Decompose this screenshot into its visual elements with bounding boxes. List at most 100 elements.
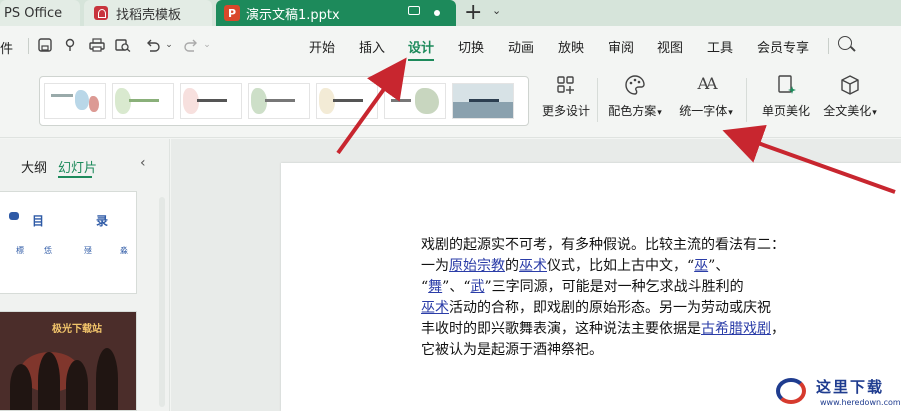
heredown-logo-icon [776,378,806,404]
unify-font-button[interactable]: AA 统一字体▾ [674,74,738,132]
tab-wps-office[interactable]: PS Office [0,0,80,26]
slide-text-line: 一为原始宗教的巫术仪式，比如上古中文，“巫”、 [421,256,841,277]
hyperlink[interactable]: 舞 [428,279,442,295]
slide1-item: 標 [16,246,24,255]
menu-insert[interactable]: 插入 [359,37,385,56]
hyperlink[interactable]: 巫术 [421,300,449,316]
tab-list-button[interactable]: ⌄ [492,4,501,17]
design-template-thumb[interactable] [44,83,106,119]
slide-panel-scrollbar[interactable] [159,197,165,407]
tab-template[interactable]: 找稻壳模板 [84,0,212,26]
tab-document[interactable]: P 演示文稿1.pptx [216,0,456,26]
chevron-down-icon: ▾ [728,108,733,118]
design-template-thumb[interactable] [112,83,174,119]
menu-review[interactable]: 审阅 [608,37,634,56]
text-run: 戏剧的起源实不可考，有多种假说。比较主流的看法有二： [421,237,785,253]
design-template-thumb[interactable] [180,83,242,119]
slide-decoration [9,212,19,220]
watermark-url: www.heredown.com [820,398,901,407]
slide-text-line: 它被认为是起源于酒神祭祀。 [421,340,841,361]
menu-tools[interactable]: 工具 [707,37,733,56]
slide-text-line: “舞”、“武”三字同源，可能是对一种乞求战斗胜利的 [421,277,841,298]
design-template-gallery [39,76,529,126]
text-run: 一为 [421,258,449,274]
slide-text-line: 巫术活动的合称，即戏剧的原始形态。另一为劳动或庆祝 [421,298,841,319]
tab-template-label: 找稻壳模板 [116,7,182,23]
slide-panel: 大纲 幻灯片 ‹ 目 录 標 恁 殛 淼 极光下载站 [0,139,170,411]
undo-dropdown-icon[interactable]: ⌄ [160,36,178,54]
tab-outline[interactable]: 大纲 [21,157,47,176]
hyperlink[interactable]: 武 [471,279,485,295]
design-template-thumb[interactable] [452,83,514,119]
grid-plus-icon [555,74,577,96]
menu-home[interactable]: 开始 [309,37,335,56]
menu-design[interactable]: 设计 [408,37,434,56]
ppt-logo-icon: P [224,5,240,21]
page-beautify-button[interactable]: 单页美化 [758,74,814,132]
text-run: ”三字同源，可能是对一种乞求战斗胜利的 [484,279,744,295]
text-run: 仪式，比如上古中文，“ [547,258,695,274]
slide-text-box[interactable]: 戏剧的起源实不可考，有多种假说。比较主流的看法有二： 一为原始宗教的巫术仪式，比如… [421,235,841,361]
cube-icon [839,74,861,96]
tab-wps-label: PS Office [4,5,63,21]
slide-thumbnail-1[interactable]: 目 录 標 恁 殛 淼 [0,191,137,294]
site-watermark: 这里下载 www.heredown.com [770,370,901,411]
tab-document-label: 演示文稿1.pptx [246,7,340,23]
slide1-item: 殛 [84,246,92,255]
full-beautify-button[interactable]: 全文美化▾ [818,74,882,132]
text-run: ”、 [708,258,730,274]
full-beautify-label: 全文美化 [823,104,872,118]
palette-icon [624,74,646,96]
more-designs-button[interactable]: 更多设计 [540,74,592,132]
design-template-thumb[interactable] [384,83,446,119]
menu-view[interactable]: 视图 [657,37,683,56]
divider [828,38,829,54]
hyperlink[interactable]: 巫术 [519,258,547,274]
divider [28,38,29,54]
save-icon[interactable] [36,36,54,54]
redo-dropdown-icon[interactable]: ⌄ [198,36,216,54]
new-tab-button[interactable]: + [464,1,482,25]
share-icon[interactable] [62,36,80,54]
menu-transition[interactable]: 切换 [458,37,484,56]
divider [746,78,747,122]
active-tab-indicator [408,59,434,61]
design-ribbon: 更多设计 配色方案▾ AA 统一字体▾ 单页美化 全文美化▾ [0,66,901,138]
color-scheme-label: 配色方案 [608,104,657,118]
color-scheme-button[interactable]: 配色方案▾ [604,74,666,132]
chevron-down-icon: ▾ [657,108,662,118]
tab-slides[interactable]: 幻灯片 [58,157,97,176]
design-template-thumb[interactable] [316,83,378,119]
slide2-title: 极光下载站 [52,324,102,335]
search-icon[interactable] [838,36,852,50]
unify-font-label: 统一字体 [679,104,728,118]
text-run: 丰收时的即兴歌舞表演，这种说法主要依据是 [421,321,701,337]
slide1-title-right: 录 [96,214,109,228]
menu-bar: 件 ⌄ ⌄ 开始 插入 设计 切换 动画 放映 审阅 视图 工具 会员专享 [0,26,901,66]
text-run: 的 [505,258,519,274]
hyperlink[interactable]: 原始宗教 [449,258,505,274]
unsaved-dot-icon [434,10,440,16]
menu-animation[interactable]: 动画 [508,37,534,56]
slides-tab-indicator [58,176,92,178]
menu-member[interactable]: 会员专享 [757,37,809,56]
text-run: 活动的合称，即戏剧的原始形态。另一为劳动或庆祝 [449,300,771,316]
hyperlink[interactable]: 古希腊戏剧 [701,321,771,337]
collapse-panel-icon[interactable]: ‹ [140,155,146,171]
slide-text-line: 丰收时的即兴歌舞表演，这种说法主要依据是古希腊戏剧， [421,319,841,340]
file-menu[interactable]: 件 [0,38,13,57]
chevron-down-icon: ▾ [872,108,877,118]
menu-slideshow[interactable]: 放映 [558,37,584,56]
hyperlink[interactable]: 巫 [694,258,708,274]
design-template-thumb[interactable] [248,83,310,119]
watermark-text: 这里下载 [816,378,885,396]
print-preview-icon[interactable] [114,36,132,54]
template-logo-icon [94,6,108,20]
text-run: ”、“ [442,279,471,295]
slide-thumbnail-2[interactable]: 极光下载站 [0,311,137,411]
monitor-icon[interactable] [408,6,420,15]
divider [597,78,598,122]
page-beautify-label: 单页美化 [761,104,810,118]
title-bar: PS Office 找稻壳模板 P 演示文稿1.pptx + ⌄ [0,0,901,26]
print-icon[interactable] [88,36,106,54]
